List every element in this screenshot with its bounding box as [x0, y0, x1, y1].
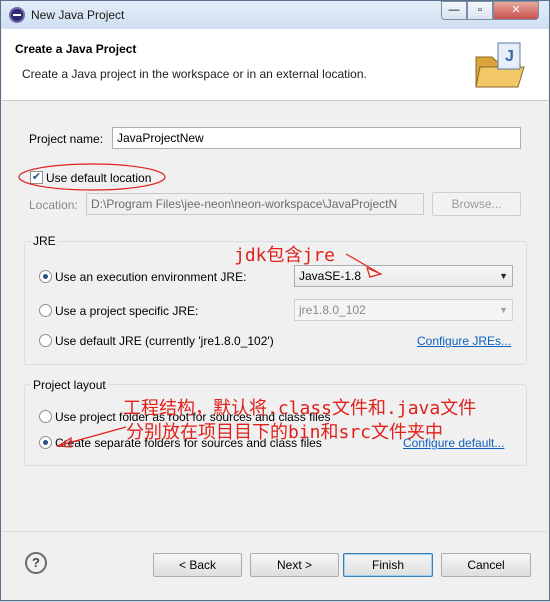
- structure-note-line2: 分别放在项目目下的bin和src文件夹中: [126, 422, 444, 443]
- jdk-note: jdk包含jre: [234, 245, 336, 266]
- new-java-project-dialog: New Java Project — ▫ ✕ Create a Java Pro…: [0, 0, 550, 601]
- highlight-circle: [18, 163, 166, 191]
- annotation-overlay: [18, 163, 383, 448]
- annotation-arrow-jdk: [345, 253, 380, 274]
- structure-note-line1: 工程结构，默认将.class文件和.java文件: [123, 398, 477, 419]
- annotation-arrowhead-jdk: [366, 266, 383, 278]
